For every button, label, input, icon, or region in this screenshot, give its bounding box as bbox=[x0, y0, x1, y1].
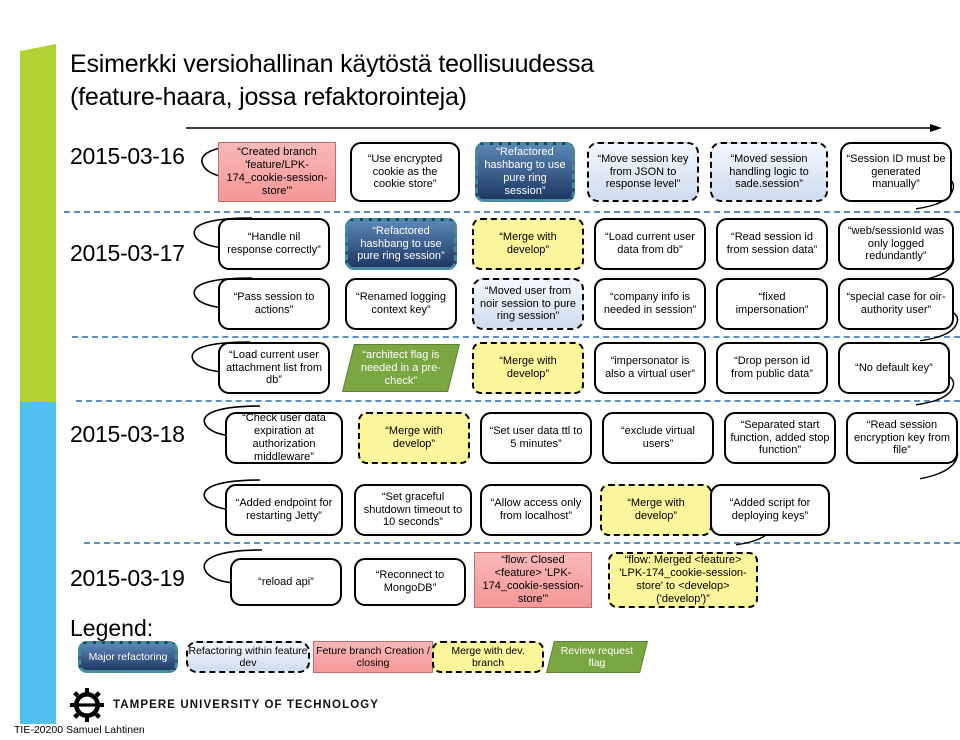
commit-node[interactable]: “Set user data ttl to 5 minutes” bbox=[480, 412, 592, 464]
commit-node[interactable]: “Set graceful shutdown timeout to 10 sec… bbox=[354, 484, 472, 536]
university-logo: TAMPERE UNIVERSITY OF TECHNOLOGY bbox=[70, 688, 379, 722]
commit-node[interactable]: “Use encrypted cookie as the cookie stor… bbox=[350, 142, 460, 202]
commit-node[interactable]: “Load current user data from db” bbox=[594, 218, 706, 270]
legend-title: Legend: bbox=[70, 615, 154, 641]
rail-green-segment bbox=[20, 44, 56, 402]
row-separator-1 bbox=[64, 211, 960, 213]
course-footnote: TIE-20200 Samuel Lahtinen bbox=[14, 724, 145, 736]
legend-item-merge-dev-branch: Merge with dev. branch bbox=[432, 641, 544, 673]
commit-node[interactable]: “web/sessionId was only logged redundant… bbox=[838, 218, 954, 270]
commit-node[interactable]: “Handle nil response correctly” bbox=[218, 218, 330, 270]
commit-node[interactable]: “Renamed logging context key” bbox=[345, 278, 457, 330]
timeline-row-3: “Pass session to actions” “Renamed loggi… bbox=[60, 276, 960, 334]
legend-item-refactoring-feature-dev: Refactoring within feature dev bbox=[186, 641, 310, 673]
commit-node[interactable]: “Created branch 'feature/LPK-174_cookie-… bbox=[218, 142, 336, 202]
legend-item-review-request-flag: Review request flag bbox=[546, 641, 648, 673]
row-separator-2 bbox=[72, 336, 960, 338]
commit-node[interactable]: “Moved session handling logic to sade.se… bbox=[710, 142, 828, 202]
commit-node[interactable]: “fixed impersonation” bbox=[716, 278, 828, 330]
legend-item-major-refactoring: Major refactoring bbox=[78, 641, 178, 673]
commit-node[interactable]: “company info is needed in session” bbox=[594, 278, 706, 330]
timeline-row-4: “Load current user attachment list from … bbox=[60, 340, 960, 398]
commit-node[interactable]: “Read session encryption key from file” bbox=[846, 412, 958, 464]
timeline-arrow-icon bbox=[186, 124, 942, 132]
page-title-line1: Esimerkki versiohallinan käytöstä teolli… bbox=[70, 50, 594, 78]
timeline-row-6: “Added endpoint for restarting Jetty” “S… bbox=[60, 482, 960, 540]
page-title: Esimerkki versiohallinan käytöstä teolli… bbox=[70, 48, 930, 113]
commit-node[interactable]: “Moved user from noir session to pure ri… bbox=[472, 278, 584, 330]
commit-node[interactable]: “Reconnect to MongoDB” bbox=[354, 558, 466, 606]
timeline-row-1: “Created branch 'feature/LPK-174_cookie-… bbox=[60, 138, 960, 210]
gear-logo-icon bbox=[70, 688, 104, 722]
timeline-row-5: “Check user data expiration at authoriza… bbox=[60, 410, 960, 468]
commit-node[interactable]: “Check user data expiration at authoriza… bbox=[225, 412, 343, 464]
commit-node[interactable]: “Added script for deploying keys” bbox=[710, 484, 830, 536]
commit-node[interactable]: “Merge with develop” bbox=[600, 484, 712, 536]
commit-node[interactable]: “exclude virtual users” bbox=[602, 412, 714, 464]
commit-node[interactable]: “Added endpoint for restarting Jetty” bbox=[225, 484, 343, 536]
row-separator-4 bbox=[84, 542, 960, 544]
timeline-row-2: “Handle nil response correctly” “Refacto… bbox=[60, 216, 960, 274]
commit-node[interactable]: “Session ID must be generated manually” bbox=[840, 142, 952, 202]
commit-node[interactable]: “Refactored hashbang to use pure ring se… bbox=[475, 142, 575, 202]
review-flag-node[interactable]: “architect flag is needed in a pre-check… bbox=[342, 344, 460, 392]
commit-node[interactable]: “Refactored hashbang to use pure ring se… bbox=[345, 218, 457, 270]
university-name: TAMPERE UNIVERSITY OF TECHNOLOGY bbox=[113, 699, 380, 711]
commit-node[interactable]: “reload api” bbox=[230, 558, 342, 606]
commit-node[interactable]: “flow: Closed <feature> 'LPK-174_cookie-… bbox=[474, 552, 592, 608]
commit-node[interactable]: “impersonator is also a virtual user” bbox=[594, 342, 706, 394]
row-separator-3 bbox=[76, 400, 960, 402]
slide-accent-rail bbox=[20, 44, 56, 706]
commit-node[interactable]: “Allow access only from localhost” bbox=[480, 484, 592, 536]
commit-node[interactable]: “Merge with develop” bbox=[358, 412, 470, 464]
commit-node[interactable]: “Drop person id from public data” bbox=[716, 342, 828, 394]
page-title-line2: (feature-haara, jossa refaktorointeja) bbox=[70, 82, 467, 111]
commit-node[interactable]: “Separated start function, added stop fu… bbox=[724, 412, 836, 464]
timeline-row-7: “reload api” “Reconnect to MongoDB” “flo… bbox=[60, 548, 960, 610]
commit-node[interactable]: “Merge with develop” bbox=[472, 218, 584, 270]
legend-item-feature-branch: Feture branch Creation / closing bbox=[313, 641, 433, 673]
commit-node[interactable]: “Load current user attachment list from … bbox=[218, 342, 330, 394]
commit-node[interactable]: “flow: Merged <feature> 'LPK-174_cookie-… bbox=[608, 552, 758, 608]
footer-accent-bar bbox=[20, 682, 56, 724]
commit-node[interactable]: “Read session id from session data” bbox=[716, 218, 828, 270]
commit-node[interactable]: “Merge with develop” bbox=[472, 342, 584, 394]
commit-node[interactable]: “No default key” bbox=[838, 342, 950, 394]
commit-node[interactable]: “Pass session to actions” bbox=[218, 278, 330, 330]
rail-blue-segment bbox=[20, 402, 56, 706]
commit-node[interactable]: “Move session key from JSON to response … bbox=[587, 142, 699, 202]
commit-node[interactable]: “special case for oir-authority user” bbox=[838, 278, 954, 330]
